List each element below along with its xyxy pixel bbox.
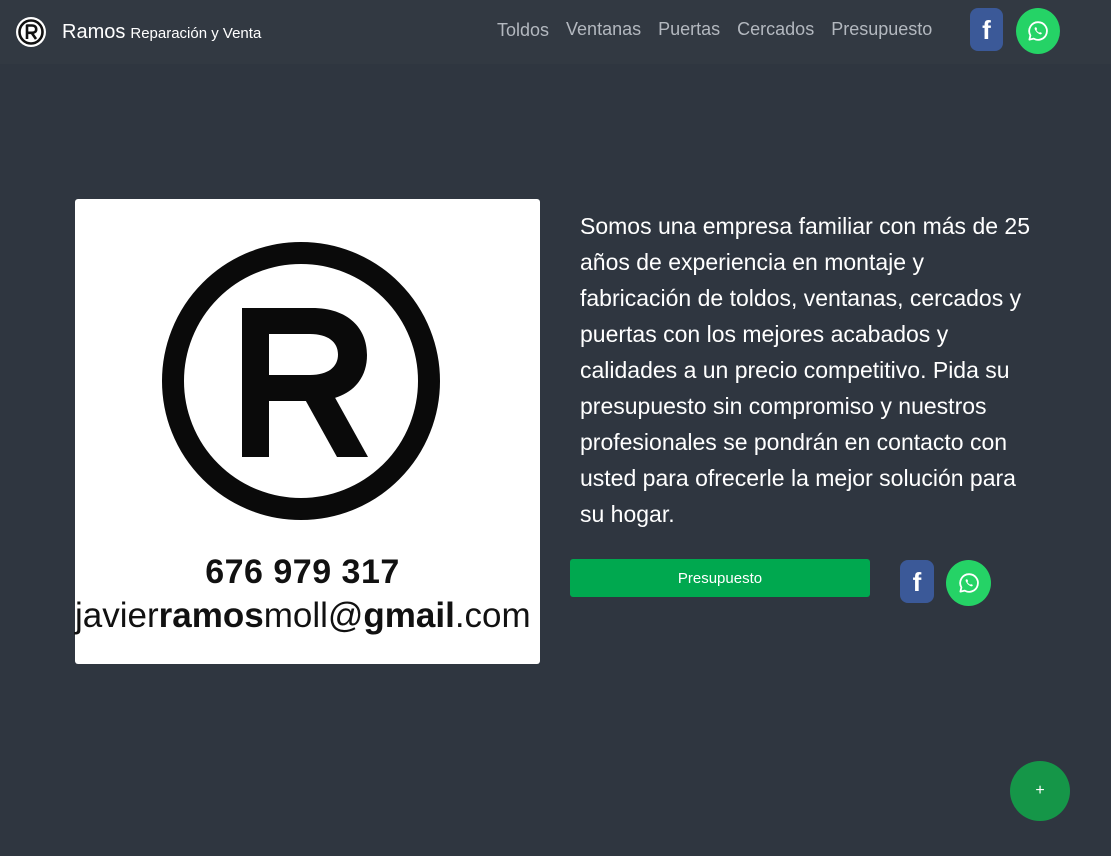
navbar: Ramos Reparación y Venta Toldos Ventanas … (0, 0, 1111, 64)
floating-add-button[interactable]: + (1010, 761, 1070, 821)
nav-link-puertas[interactable]: Puertas (658, 19, 720, 40)
facebook-icon: f (912, 566, 922, 597)
email-address: javierramosmoll@gmail.com (75, 596, 531, 636)
email-part: .com (454, 596, 531, 635)
email-part-bold: gmail (363, 596, 455, 635)
company-description: Somos una empresa familiar con más de 25… (580, 213, 1030, 527)
brand[interactable]: Ramos Reparación y Venta (15, 16, 261, 48)
facebook-button[interactable]: f (970, 8, 1003, 51)
email-part-bold: ramos (158, 596, 264, 635)
presupuesto-button[interactable]: Presupuesto (570, 559, 870, 597)
plus-icon: + (1035, 782, 1045, 799)
nav-link-toldos[interactable]: Toldos (497, 20, 549, 41)
nav-link-ventanas[interactable]: Ventanas (566, 19, 641, 40)
whatsapp-button[interactable] (1016, 8, 1060, 54)
whatsapp-button[interactable] (946, 560, 991, 606)
brand-title: Ramos (62, 20, 126, 43)
nav-link-cercados[interactable]: Cercados (737, 19, 814, 40)
facebook-button[interactable]: f (900, 560, 934, 603)
registered-trademark-icon (16, 17, 46, 47)
whatsapp-icon (1028, 21, 1048, 41)
nav-links: Toldos Ventanas Puertas Cercados Presupu… (497, 17, 949, 41)
logo-card: 676 979 317 javierramosmoll@gmail.com (75, 199, 540, 664)
registered-trademark-logo-icon (162, 242, 440, 520)
phone-number: 676 979 317 (205, 553, 400, 591)
facebook-icon: f (982, 14, 991, 45)
nav-link-presupuesto[interactable]: Presupuesto (831, 19, 932, 40)
email-part: javier (75, 596, 159, 635)
brand-name: Ramos Reparación y Venta (62, 21, 261, 44)
email-part: moll@ (263, 596, 364, 635)
brand-subtitle: Reparación y Venta (130, 24, 262, 42)
whatsapp-icon (958, 573, 979, 593)
